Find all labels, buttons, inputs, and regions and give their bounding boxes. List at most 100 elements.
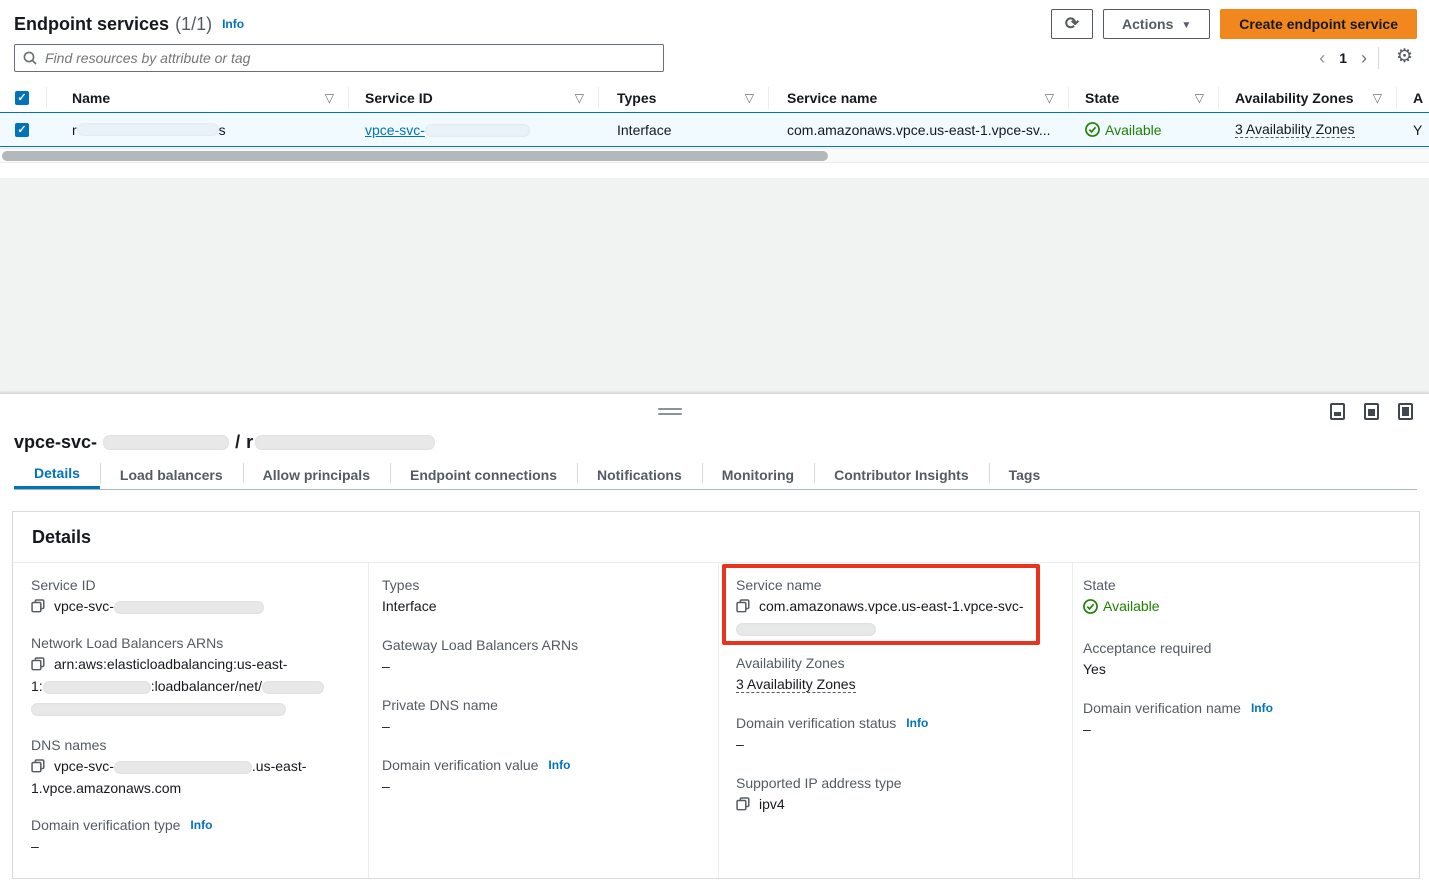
row-state-cell: Available bbox=[1068, 113, 1218, 146]
filter-icon[interactable]: ▽ bbox=[1373, 91, 1382, 105]
panel-drag-handle[interactable] bbox=[658, 408, 682, 416]
select-all-cell: ✓ bbox=[15, 84, 45, 112]
redacted-text bbox=[31, 703, 286, 716]
panel-size-full-button[interactable] bbox=[1398, 403, 1413, 420]
panel-tabs: Details Load balancers Allow principals … bbox=[14, 460, 1417, 490]
redacted-text bbox=[425, 124, 530, 137]
column-header-acceptance[interactable]: A bbox=[1396, 84, 1429, 112]
column-header-types[interactable]: Types ▽ bbox=[598, 84, 768, 112]
chevron-left-icon[interactable]: ‹ bbox=[1319, 49, 1325, 67]
filter-icon[interactable]: ▽ bbox=[575, 91, 584, 105]
select-all-checkbox[interactable]: ✓ bbox=[15, 91, 29, 105]
table-row[interactable]: ✓ rs vpce-svc- Interface com.amazonaws.v… bbox=[0, 112, 1429, 147]
refresh-icon: ⟳ bbox=[1065, 14, 1079, 34]
availability-zones-popover-link[interactable]: 3 Availability Zones bbox=[1235, 121, 1355, 138]
tab-endpoint-connections[interactable]: Endpoint connections bbox=[390, 460, 577, 489]
detail-split-panel: vpce-svc- / r Details Load balancers All… bbox=[0, 393, 1429, 886]
field-types: Types Interface bbox=[382, 575, 692, 617]
info-link[interactable]: Info bbox=[548, 755, 570, 775]
horizontal-scrollbar bbox=[0, 148, 1429, 163]
copy-icon[interactable] bbox=[736, 797, 750, 811]
info-link[interactable]: Info bbox=[222, 17, 244, 31]
page-header: Endpoint services (1/1) Info ⟳ Actions ▼… bbox=[14, 8, 1417, 40]
empty-background bbox=[0, 178, 1429, 393]
chevron-right-icon[interactable]: › bbox=[1361, 49, 1367, 67]
table-toolbar: ‹ 1 › ⚙ bbox=[14, 44, 1417, 72]
copy-icon[interactable] bbox=[31, 657, 45, 671]
info-link[interactable]: Info bbox=[1251, 698, 1273, 718]
status-badge: Available bbox=[1083, 595, 1160, 617]
tab-details[interactable]: Details bbox=[14, 460, 100, 489]
field-domain-verification-name: Domain verification name Info – bbox=[1083, 698, 1403, 740]
redacted-text bbox=[77, 123, 219, 136]
filter-icon[interactable]: ▽ bbox=[325, 91, 334, 105]
caret-down-icon: ▼ bbox=[1181, 20, 1191, 31]
panel-size-small-button[interactable] bbox=[1330, 403, 1345, 420]
tab-allow-principals[interactable]: Allow principals bbox=[243, 460, 390, 489]
column-header-service-name[interactable]: Service name ▽ bbox=[768, 84, 1068, 112]
tab-tags[interactable]: Tags bbox=[989, 460, 1061, 489]
redacted-text bbox=[114, 601, 264, 614]
details-card-title: Details bbox=[32, 527, 91, 548]
column-header-availability-zones[interactable]: Availability Zones ▽ bbox=[1218, 84, 1396, 112]
panel-layout-controls bbox=[1330, 403, 1413, 420]
toolbar-divider bbox=[1378, 47, 1379, 69]
header-actions: ⟳ Actions ▼ Create endpoint service bbox=[1051, 9, 1417, 39]
settings-gear-icon[interactable]: ⚙ bbox=[1396, 45, 1413, 68]
filter-icon[interactable]: ▽ bbox=[1045, 91, 1054, 105]
info-link[interactable]: Info bbox=[906, 713, 928, 733]
column-header-service-id[interactable]: Service ID ▽ bbox=[348, 84, 598, 112]
search-box[interactable] bbox=[14, 44, 664, 72]
field-dns-names: DNS names vpce-svc-.us-east- 1.vpce.amaz… bbox=[31, 735, 351, 799]
redacted-text bbox=[114, 761, 252, 774]
filter-icon[interactable]: ▽ bbox=[745, 91, 754, 105]
copy-icon[interactable] bbox=[736, 599, 750, 613]
search-input[interactable] bbox=[45, 50, 655, 66]
details-column-2: Types Interface Gateway Load Balancers A… bbox=[382, 575, 692, 813]
redacted-text bbox=[103, 435, 229, 450]
field-supported-ip: Supported IP address type ipv4 bbox=[736, 773, 1056, 815]
redacted-text bbox=[262, 681, 324, 694]
page-title: Endpoint services bbox=[14, 14, 169, 35]
panel-title: vpce-svc- / r bbox=[14, 432, 435, 453]
filter-icon[interactable]: ▽ bbox=[1195, 91, 1204, 105]
copy-icon[interactable] bbox=[31, 759, 45, 773]
field-domain-verification-type: Domain verification type Info – bbox=[31, 815, 351, 857]
tab-monitoring[interactable]: Monitoring bbox=[702, 460, 814, 489]
tab-notifications[interactable]: Notifications bbox=[577, 460, 702, 489]
field-private-dns: Private DNS name – bbox=[382, 695, 692, 737]
row-service-name-cell: com.amazonaws.vpce.us-east-1.vpce-sv... bbox=[768, 113, 1068, 146]
field-domain-verification-value: Domain verification value Info – bbox=[382, 755, 692, 797]
row-checkbox[interactable]: ✓ bbox=[15, 123, 29, 137]
field-glb-arns: Gateway Load Balancers ARNs – bbox=[382, 635, 692, 677]
actions-button[interactable]: Actions ▼ bbox=[1103, 9, 1210, 39]
panel-size-medium-button[interactable] bbox=[1364, 403, 1379, 420]
refresh-button[interactable]: ⟳ bbox=[1051, 9, 1093, 39]
row-service-id-cell: vpce-svc- bbox=[348, 113, 598, 146]
details-column-1: Service ID vpce-svc- Network Load Balanc… bbox=[31, 575, 351, 873]
column-header-name[interactable]: Name ▽ bbox=[46, 84, 348, 112]
tab-load-balancers[interactable]: Load balancers bbox=[100, 460, 243, 489]
status-available-icon bbox=[1085, 122, 1100, 137]
tab-contributor-insights[interactable]: Contributor Insights bbox=[814, 460, 989, 489]
endpoint-services-list-section: Endpoint services (1/1) Info ⟳ Actions ▼… bbox=[0, 0, 1429, 178]
page-number[interactable]: 1 bbox=[1339, 50, 1347, 66]
create-endpoint-service-button[interactable]: Create endpoint service bbox=[1220, 9, 1417, 39]
horizontal-scrollbar-thumb[interactable] bbox=[2, 151, 828, 161]
row-acceptance-cell: Y bbox=[1396, 113, 1429, 146]
search-icon bbox=[23, 51, 37, 65]
field-availability-zones: Availability Zones 3 Availability Zones bbox=[736, 653, 1056, 695]
availability-zones-popover-link[interactable]: 3 Availability Zones bbox=[736, 676, 856, 693]
field-service-id: Service ID vpce-svc- bbox=[31, 575, 351, 617]
details-column-3: Service name com.amazonaws.vpce.us-east-… bbox=[736, 575, 1056, 831]
info-link[interactable]: Info bbox=[190, 815, 212, 835]
row-name-cell: rs bbox=[46, 113, 348, 146]
field-domain-verification-status: Domain verification status Info – bbox=[736, 713, 1056, 755]
redacted-text bbox=[43, 681, 151, 694]
column-header-state[interactable]: State ▽ bbox=[1068, 84, 1218, 112]
details-column-4: State Available Acceptance required Yes bbox=[1083, 575, 1403, 756]
pagination: ‹ 1 › bbox=[1319, 44, 1367, 72]
copy-icon[interactable] bbox=[31, 599, 45, 613]
status-available-icon bbox=[1083, 599, 1098, 614]
service-id-link[interactable]: vpce-svc- bbox=[365, 122, 530, 138]
